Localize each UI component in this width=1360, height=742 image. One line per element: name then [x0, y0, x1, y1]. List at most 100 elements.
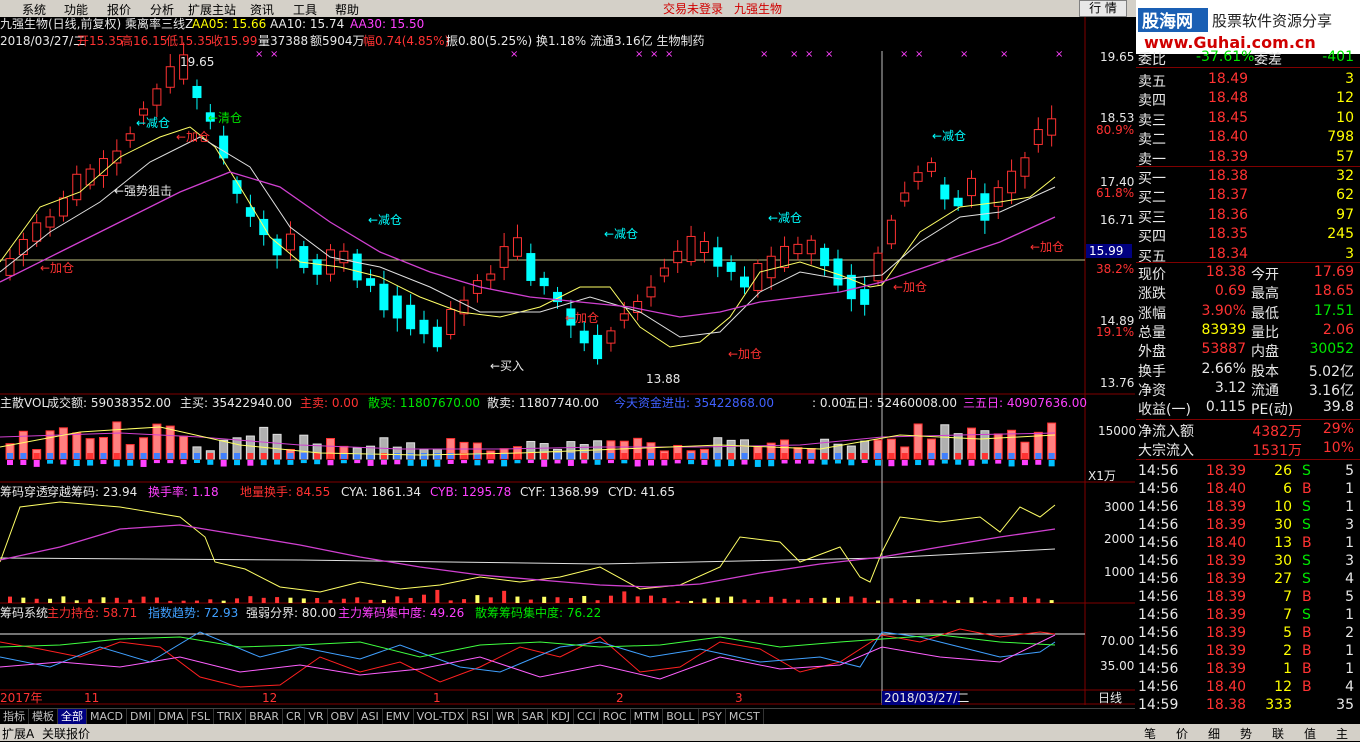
sys-indicator-name[interactable]: 筹码系统 — [0, 606, 48, 620]
chip-bar — [956, 600, 961, 603]
menu-ext-server[interactable]: 扩展主站 — [188, 1, 236, 18]
flow-label: 大宗流入 — [1138, 443, 1194, 459]
indicator-tab[interactable]: EMV — [383, 709, 414, 724]
indicator-tab[interactable]: 指标 — [0, 709, 29, 724]
right-tab[interactable]: 值 — [1304, 725, 1316, 742]
flow-row: 大宗流入 1531万 10% — [1136, 439, 1358, 459]
volume-sub-bar — [20, 453, 27, 459]
candle-body — [366, 278, 376, 286]
chip-indicator-name[interactable]: 筹码穿透 — [0, 485, 48, 499]
indicator-tab[interactable]: MTM — [631, 709, 664, 724]
quote-label: 总量 — [1138, 324, 1166, 341]
bar-extra-info: 振0.80(5.25%) 换1.18% 流通3.16亿 生物制药 — [446, 34, 705, 48]
volume-neg-bar — [808, 460, 815, 464]
indicator-tab[interactable]: BRAR — [246, 709, 284, 724]
quote-value: 0.69 — [1214, 283, 1246, 300]
status-related-quote[interactable]: 关联报价 — [42, 725, 90, 742]
right-tab[interactable]: 联 — [1272, 725, 1284, 742]
indicator-tab[interactable]: DMA — [155, 709, 188, 724]
annot-low: 13.88 — [646, 372, 681, 386]
tick-time: 14:56 — [1138, 679, 1179, 695]
flow-value: 4382万 — [1252, 424, 1302, 440]
vol-indicator-name[interactable]: 主散VOL — [0, 396, 48, 410]
menu-quote[interactable]: 报价 — [107, 1, 131, 18]
indicator-tab[interactable]: SAR — [519, 709, 549, 724]
sys-index-trend: 指数趋势: 72.93 — [148, 606, 239, 620]
ask-label: 卖三 — [1138, 112, 1166, 129]
chip-bar — [675, 600, 680, 603]
indicator-tab[interactable]: 全部 — [58, 709, 87, 724]
chip-bar — [48, 598, 53, 603]
tick-price: 18.39 — [1206, 661, 1247, 677]
chip-bar — [1009, 597, 1014, 603]
candle-body — [125, 133, 135, 141]
volume-neg-bar — [140, 460, 147, 467]
chart-title: 九强生物(日线,前复权) 乘离率三线Z — [0, 17, 194, 31]
indicator-tab[interactable]: CR — [283, 709, 306, 724]
indicator-tab[interactable]: FSL — [188, 709, 214, 724]
volume-neg-bar — [648, 460, 655, 466]
indicator-tab[interactable]: VR — [305, 709, 328, 724]
indicator-tab[interactable]: CCI — [574, 709, 600, 724]
right-tab[interactable]: 势 — [1240, 725, 1252, 742]
period-label[interactable]: 日线 — [1098, 691, 1122, 705]
chip-axis-tick: 3000 — [1104, 500, 1135, 514]
indicator-tab[interactable]: TRIX — [214, 709, 247, 724]
menu-system[interactable]: 系统 — [22, 1, 46, 18]
chip-low-turn: 地量换手: 84.55 — [240, 485, 331, 499]
menu-function[interactable]: 功能 — [64, 1, 88, 18]
tick-volume: 7 — [1283, 589, 1292, 605]
chip-bar — [248, 596, 253, 603]
status-ext-a[interactable]: 扩展A — [2, 725, 34, 742]
kline-chart-area[interactable]: × × × × × × × × × × × × × × × 九强生物(日线,前复权) 乘离率三线Z AA05… — [0, 17, 1136, 705]
menu-news[interactable]: 资讯 — [250, 1, 274, 18]
indicator-tab[interactable]: ROC — [600, 709, 631, 724]
candle-body — [98, 158, 108, 176]
tick-time: 14:56 — [1138, 643, 1179, 659]
menu-tools[interactable]: 工具 — [293, 1, 317, 18]
menu-analysis[interactable]: 分析 — [150, 1, 174, 18]
chip-bar — [154, 597, 159, 603]
fib-tick: 61.8% — [1096, 186, 1135, 200]
volume-neg-bar — [1048, 460, 1055, 467]
volume-sub-bar — [527, 453, 534, 459]
quote-button[interactable]: 行 情 — [1079, 0, 1127, 17]
ask-row: 卖四 18.48 12 — [1136, 89, 1358, 109]
indicator-tab[interactable]: KDJ — [548, 709, 574, 724]
right-tab[interactable]: 主 — [1336, 725, 1348, 742]
right-tab[interactable]: 细 — [1208, 725, 1220, 742]
tick-row: 14:56 18.40 13 B 1 — [1136, 534, 1358, 552]
volume-neg-bar — [915, 460, 922, 466]
chip-bar — [101, 597, 106, 603]
right-tab[interactable]: 笔 — [1144, 725, 1156, 742]
candle-body — [860, 289, 870, 305]
volume-sub-bar — [287, 453, 294, 459]
indicator-tab[interactable]: OBV — [328, 709, 358, 724]
quote-label: 今开 — [1251, 267, 1279, 283]
indicator-tab[interactable]: 模板 — [29, 709, 58, 724]
indicator-tab[interactable]: WR — [493, 709, 519, 724]
indicator-tab[interactable]: ASI — [358, 709, 383, 724]
chip-bar — [916, 599, 921, 603]
bar-date: 2018/03/27/二 — [0, 34, 86, 48]
indicator-tab[interactable]: BOLL — [663, 709, 699, 724]
right-tab[interactable]: 价 — [1176, 725, 1188, 742]
login-notice[interactable]: 交易未登录 — [663, 0, 723, 17]
volume-sub-bar — [781, 453, 788, 459]
indicator-tab[interactable]: RSI — [468, 709, 494, 724]
quote-label: 涨跌 — [1138, 286, 1166, 303]
tick-price: 18.39 — [1206, 463, 1247, 479]
volume-sub-bar — [955, 453, 962, 459]
candle-body — [512, 237, 522, 257]
candle-body — [686, 235, 696, 263]
bid-volume: 62 — [1336, 187, 1354, 204]
menu-help[interactable]: 帮助 — [335, 1, 359, 18]
indicator-tab[interactable]: MCST — [726, 709, 764, 724]
indicator-tab[interactable]: PSY — [699, 709, 726, 724]
indicator-tab[interactable]: DMI — [127, 709, 156, 724]
volume-sub-bar — [901, 453, 908, 459]
indicator-tab[interactable]: MACD — [87, 709, 127, 724]
indicator-tab[interactable]: VOL-TDX — [414, 709, 469, 724]
signal-marker: × — [915, 49, 923, 60]
kline-chart-svg[interactable]: × × × × × × × × × × × × × × × — [0, 17, 1135, 705]
